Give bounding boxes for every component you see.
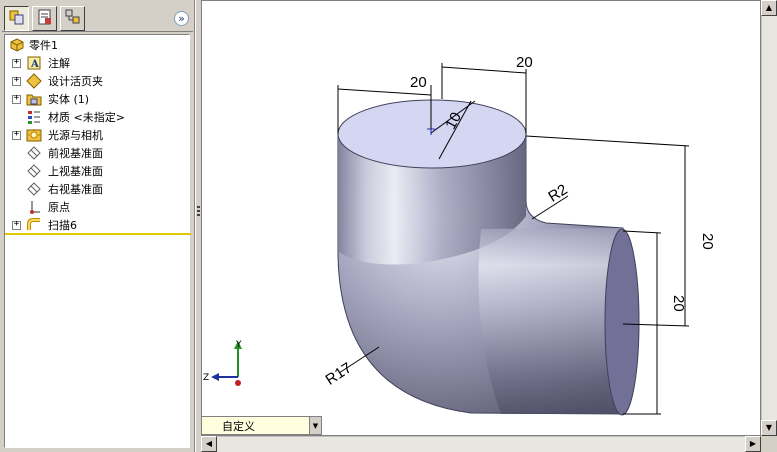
svg-text:A: A (30, 59, 39, 70)
plane-icon (25, 145, 43, 161)
plane-icon (25, 181, 43, 197)
tree-item-label: 原点 (48, 201, 70, 214)
tree-item-label: 材质 <未指定> (48, 111, 125, 124)
tree-item-label: 右视基准面 (48, 183, 103, 196)
vertical-scrollbar[interactable]: ▲ ▼ (761, 0, 777, 436)
tree-item-label: 光源与相机 (48, 129, 103, 142)
arrow-up-icon: ▲ (765, 3, 773, 12)
tree-item-top-plane[interactable]: 上视基准面 (5, 162, 189, 180)
configuration-select-value: 自定义 (222, 419, 255, 433)
tree-item-label: 扫描6 (48, 219, 77, 232)
tree-item-right-plane[interactable]: 右视基准面 (5, 180, 189, 198)
dim-bend-radius-inner[interactable]: R2 (545, 181, 570, 206)
tree-root-label: 零件1 (29, 39, 58, 52)
splitter-grip[interactable] (197, 206, 200, 218)
dim-top-width-right[interactable]: 20 (516, 54, 533, 71)
configuration-select[interactable]: 自定义 ▼ (201, 416, 322, 435)
double-chevron-right-icon: » (178, 12, 185, 25)
sweep-body-horizontal (478, 228, 623, 414)
origin-icon (25, 199, 43, 215)
expand-toggle[interactable] (12, 94, 21, 104)
tree-item-annotations[interactable]: A 注解 (5, 54, 189, 72)
dim-bend-radius-outer[interactable]: R17 (323, 359, 355, 388)
model-canvas[interactable]: 20 20 10 R2 R17 20 20 Y Z (202, 1, 760, 435)
scrollbar-corner (761, 436, 777, 452)
collapse-pane-button[interactable]: » (174, 11, 189, 26)
tab-feature-manager[interactable] (4, 6, 29, 31)
arrow-left-icon: ◀ (205, 439, 213, 448)
tree-item-sweep[interactable]: 扫描6 (5, 216, 189, 234)
tree-item-solid-bodies[interactable]: 实体 (1) (5, 90, 189, 108)
extension-line (622, 230, 662, 234)
top-face[interactable] (337, 99, 527, 169)
manager-tab-strip: » (2, 2, 193, 32)
scroll-down-button[interactable]: ▼ (761, 420, 777, 436)
extension-line (525, 135, 690, 147)
horizontal-scrollbar[interactable]: ◀ ▶ (201, 436, 761, 452)
tree-item-front-plane[interactable]: 前视基准面 (5, 144, 189, 162)
graphics-viewport[interactable]: 20 20 10 R2 R17 20 20 Y Z (201, 0, 761, 436)
dimension-line (441, 66, 527, 74)
expand-toggle[interactable] (12, 130, 21, 140)
feature-tree: 零件1 A 注解 设计活页夹 实体 (1) (4, 34, 191, 448)
tree-item-origin[interactable]: 原点 (5, 198, 189, 216)
annotations-icon: A (25, 55, 43, 71)
tab-configuration-manager[interactable] (60, 6, 85, 31)
expand-toggle[interactable] (12, 76, 21, 86)
feature-tree-icon (8, 8, 26, 29)
triad-z-label: Z (203, 373, 209, 383)
dim-vertical-right[interactable]: 20 (699, 233, 716, 250)
material-icon (25, 109, 43, 125)
expand-toggle[interactable] (12, 58, 21, 68)
arrow-down-icon: ▼ (765, 423, 773, 432)
triad-y-label: Y (235, 340, 242, 350)
dim-end-diameter[interactable]: 20 (670, 295, 687, 312)
part-icon (8, 37, 26, 53)
tree-root[interactable]: 零件1 (5, 36, 189, 54)
tree-item-label: 注解 (48, 57, 70, 70)
expand-toggle[interactable] (12, 220, 21, 230)
tree-item-label: 设计活页夹 (48, 75, 103, 88)
tree-item-label: 上视基准面 (48, 165, 103, 178)
dim-top-width-left[interactable]: 20 (410, 74, 427, 91)
configuration-manager-icon (64, 8, 82, 29)
arrow-right-icon: ▶ (749, 439, 757, 448)
lights-cameras-icon (25, 127, 43, 143)
reference-triad: Y Z (203, 340, 242, 386)
tree-item-label: 实体 (1) (48, 93, 90, 106)
property-manager-icon (36, 8, 54, 29)
solid-bodies-icon (25, 91, 43, 107)
dropdown-arrow-icon[interactable]: ▼ (309, 417, 321, 434)
scroll-right-button[interactable]: ▶ (745, 436, 761, 452)
tree-item-design-binder[interactable]: 设计活页夹 (5, 72, 189, 90)
end-face[interactable] (604, 228, 640, 416)
design-binder-icon (25, 73, 43, 89)
tab-property-manager[interactable] (32, 6, 57, 31)
tree-item-label: 前视基准面 (48, 147, 103, 160)
tree-item-lights-cameras[interactable]: 光源与相机 (5, 126, 189, 144)
rollback-bar[interactable] (5, 233, 191, 235)
tree-item-material[interactable]: 材质 <未指定> (5, 108, 189, 126)
plane-icon (25, 163, 43, 179)
scroll-left-button[interactable]: ◀ (201, 436, 217, 452)
scroll-up-button[interactable]: ▲ (761, 0, 777, 16)
feature-manager-pane: » 零件1 A 注解 设计活页夹 (0, 0, 195, 452)
sweep-feature-icon (25, 217, 43, 233)
